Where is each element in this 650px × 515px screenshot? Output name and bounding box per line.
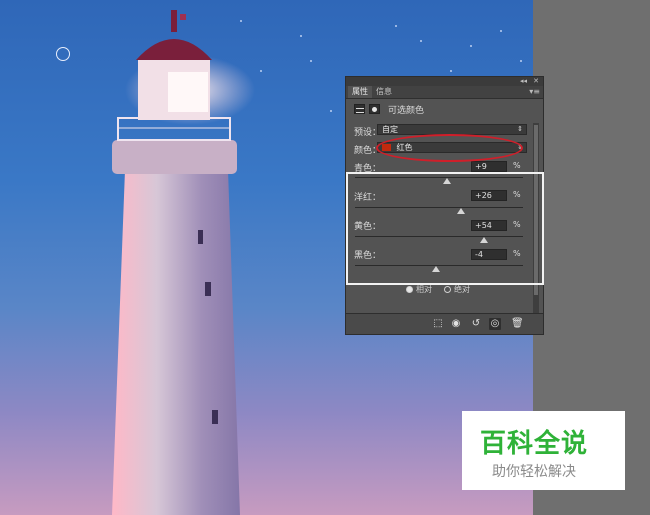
method-radio-group: 相对 绝对 (406, 284, 470, 295)
watermark-subtitle: 助你轻松解决 (492, 464, 576, 480)
absolute-radio[interactable]: 绝对 (444, 284, 470, 295)
tab-info[interactable]: 信息 (372, 86, 396, 98)
selective-color-icon (354, 104, 365, 114)
reset-icon[interactable]: ↺ (470, 318, 482, 330)
layer-mask-icon[interactable] (369, 104, 380, 114)
radio-selected-icon (406, 286, 413, 293)
close-panel-icon[interactable]: ✕ (533, 77, 539, 86)
cyan-unit: % (513, 161, 521, 170)
view-previous-icon[interactable]: ◉ (450, 318, 462, 330)
brush-cursor-icon (56, 47, 70, 61)
collapse-panel-icon[interactable]: ◂◂ (520, 77, 527, 86)
trash-icon[interactable]: 🗑 (511, 318, 524, 330)
clip-to-layer-icon[interactable]: ⬚ (432, 318, 444, 330)
lighthouse-illustration (112, 10, 255, 515)
relative-label: 相对 (416, 285, 432, 294)
preset-value: 自定 (382, 125, 398, 134)
relative-radio[interactable]: 相对 (406, 284, 432, 295)
adjustment-title-label: 可选颜色 (388, 105, 425, 116)
cyan-input[interactable]: +9 (471, 161, 507, 172)
panel-title-bar[interactable]: ◂◂ ✕ (346, 77, 543, 86)
visibility-eye-icon[interactable]: ◎ (489, 318, 501, 330)
select-arrow-icon: ⇕ (517, 125, 523, 133)
highlight-rectangle (346, 172, 544, 285)
highlight-ellipse (376, 134, 523, 162)
watermark-badge: 百科全说 助你轻松解决 (462, 411, 625, 490)
radio-unselected-icon (444, 286, 451, 293)
watermark-title: 百科全说 (480, 429, 589, 459)
panel-bottom-bar: ⬚ ◉ ↺ ◎ 🗑 (346, 313, 543, 334)
tab-properties[interactable]: 属性 (348, 86, 372, 98)
adjustment-title: 可选颜色 (354, 102, 424, 116)
panel-tabs: 属性 信息 ▾≡ (346, 86, 543, 99)
panel-menu-icon[interactable]: ▾≡ (529, 87, 540, 96)
absolute-label: 绝对 (454, 285, 470, 294)
